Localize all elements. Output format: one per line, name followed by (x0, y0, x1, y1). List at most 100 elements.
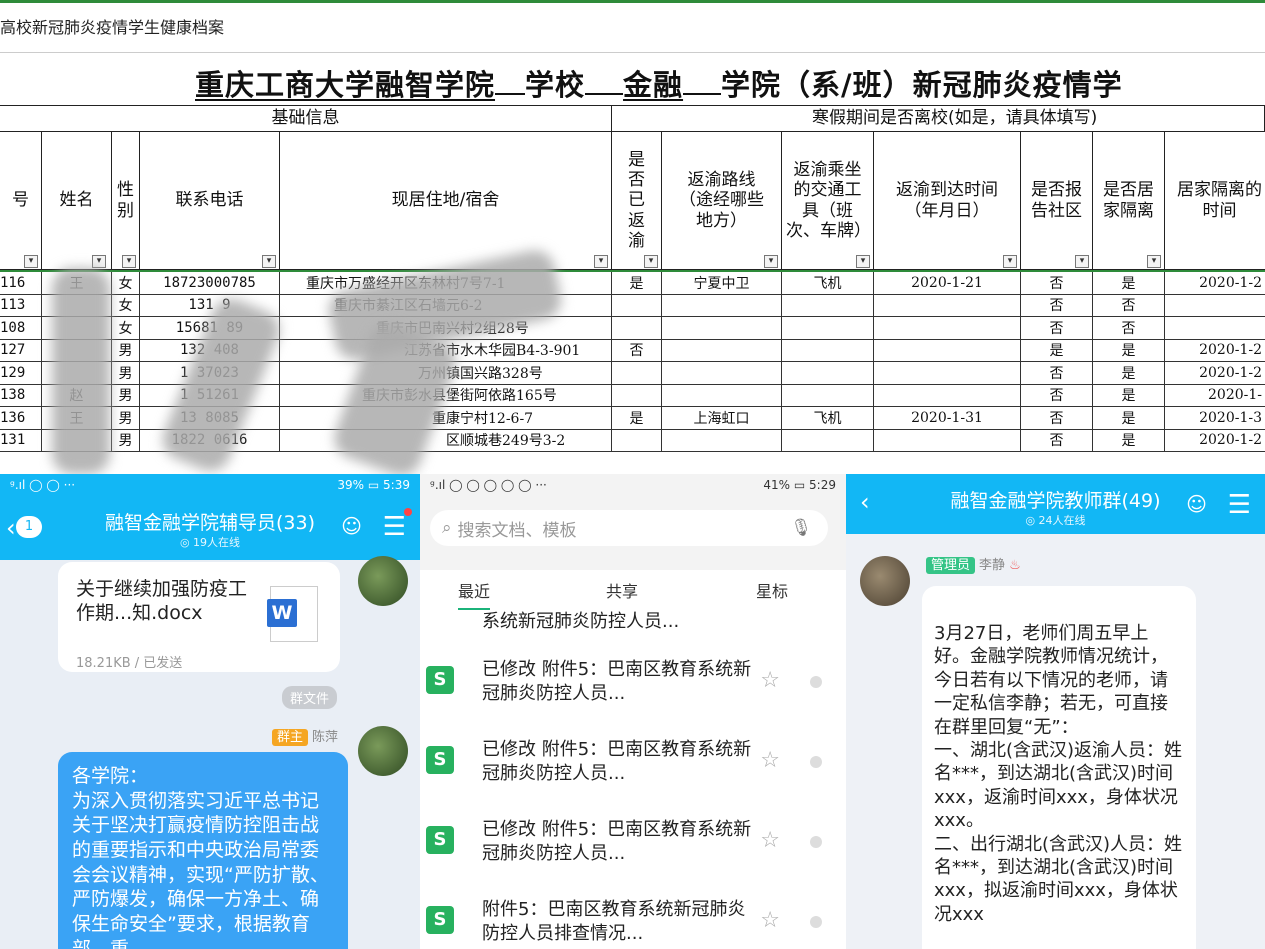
group-face-icon[interactable]: ☺ (341, 514, 362, 538)
table-cell[interactable]: 138 (0, 384, 42, 407)
list-item[interactable]: S 已修改 附件5：巴南区教育系统新冠肺炎防控人员... ☆ (420, 804, 846, 885)
filter-dropdown-button[interactable]: ▾ (1147, 255, 1161, 268)
file-message-bubble[interactable]: 关于继续加强防疫工作期...知.docx 18.21KB / 已发送 W (58, 562, 340, 672)
table-cell[interactable] (612, 362, 662, 385)
menu-icon[interactable]: ☰ (1228, 490, 1251, 520)
table-cell[interactable] (662, 429, 782, 452)
filter-dropdown-button[interactable]: ▾ (1003, 255, 1017, 268)
table-cell[interactable]: 女 (112, 317, 140, 340)
table-cell[interactable]: 是 (1093, 384, 1165, 407)
table-cell[interactable] (612, 317, 662, 340)
star-icon[interactable]: ☆ (760, 748, 780, 773)
table-cell[interactable]: 否 (1021, 407, 1093, 430)
more-dot-icon[interactable] (810, 916, 822, 928)
table-cell[interactable] (782, 429, 874, 452)
list-item[interactable]: 系统新冠肺炎防控人员... (420, 610, 846, 645)
table-cell[interactable]: 区顺城巷249号3-2 (446, 429, 612, 452)
table-cell[interactable]: 2020-1- (1165, 385, 1265, 407)
filter-dropdown-button[interactable]: ▾ (644, 255, 658, 268)
table-cell[interactable]: 2020-1-2 (1165, 430, 1265, 452)
table-cell[interactable]: 是 (1093, 407, 1165, 430)
table-cell[interactable]: 男 (112, 339, 140, 362)
table-cell[interactable]: 113 (0, 294, 42, 317)
table-cell[interactable] (612, 429, 662, 452)
filter-dropdown-button[interactable]: ▾ (856, 255, 870, 268)
table-cell[interactable]: 是 (1093, 429, 1165, 452)
filter-dropdown-button[interactable]: ▾ (262, 255, 276, 268)
table-cell[interactable]: 108 (0, 317, 42, 340)
tab-recent[interactable]: 最近 (458, 578, 491, 610)
filter-dropdown-button[interactable]: ▾ (24, 255, 38, 268)
table-cell[interactable]: 2020-1-31 (874, 407, 1021, 430)
table-cell[interactable] (874, 384, 1021, 407)
table-cell[interactable]: 女 (112, 272, 140, 295)
table-cell[interactable]: 2020-1-2 (1165, 340, 1265, 362)
notice-message[interactable]: 3月27日，老师们周五早上好。金融学院教师情况统计，今日若有以下情况的老师，请一… (922, 586, 1196, 949)
table-cell[interactable]: 127 (0, 339, 42, 362)
table-cell[interactable] (874, 429, 1021, 452)
more-dot-icon[interactable] (810, 676, 822, 688)
table-cell[interactable] (612, 384, 662, 407)
star-icon[interactable]: ☆ (760, 828, 780, 853)
table-cell[interactable] (874, 362, 1021, 385)
list-item[interactable]: S 已修改 附件5：巴南区教育系统新冠肺炎防控人员... ☆ (420, 724, 846, 805)
table-cell[interactable]: 男 (112, 384, 140, 407)
table-cell[interactable] (874, 317, 1021, 340)
table-cell[interactable] (1165, 295, 1265, 317)
tab-shared[interactable]: 共享 (606, 578, 638, 602)
list-item[interactable]: S 附件5：巴南区教育系统新冠肺炎防控人员排查情况... ☆ (420, 884, 846, 949)
menu-icon[interactable]: ☰ (383, 512, 406, 542)
table-cell[interactable]: 否 (612, 339, 662, 362)
filter-dropdown-button[interactable]: ▾ (764, 255, 778, 268)
table-cell[interactable]: 是 (1021, 339, 1093, 362)
table-cell[interactable]: 康宁村12-6-7 (446, 407, 612, 430)
table-cell[interactable]: 市水木华园B4-3-901 (446, 339, 612, 362)
table-cell[interactable]: 18723000785 (140, 272, 280, 295)
search-input[interactable]: ⌕ 搜索文档、模板 🎙 (430, 510, 828, 546)
table-cell[interactable] (782, 317, 874, 340)
filter-dropdown-button[interactable]: ▾ (122, 255, 136, 268)
table-cell[interactable] (612, 294, 662, 317)
table-cell[interactable]: 131 (0, 429, 42, 452)
table-cell[interactable]: 否 (1021, 362, 1093, 385)
table-cell[interactable] (662, 362, 782, 385)
filter-dropdown-button[interactable]: ▾ (92, 255, 106, 268)
table-cell[interactable]: 女 (112, 294, 140, 317)
table-cell[interactable] (782, 362, 874, 385)
table-cell[interactable]: 是 (612, 272, 662, 295)
table-cell[interactable]: 否 (1021, 317, 1093, 340)
star-icon[interactable]: ☆ (760, 908, 780, 933)
announcement-message[interactable]: 各学院： 为深入贯彻落实习近平总书记关于坚决打赢疫情防控阻击战的重要指示和中央政治… (58, 752, 348, 949)
table-cell[interactable] (874, 339, 1021, 362)
table-cell[interactable] (782, 339, 874, 362)
table-cell[interactable]: 否 (1021, 294, 1093, 317)
table-cell[interactable] (662, 339, 782, 362)
table-cell[interactable]: 飞机 (782, 407, 874, 430)
table-cell[interactable]: 否 (1021, 384, 1093, 407)
table-cell[interactable]: 镇国兴路328号 (446, 362, 612, 385)
table-cell[interactable]: 是 (612, 407, 662, 430)
avatar[interactable] (860, 556, 910, 606)
table-cell[interactable] (874, 294, 1021, 317)
table-cell[interactable] (782, 294, 874, 317)
table-cell[interactable]: 2020-1-2 (1165, 362, 1265, 385)
table-cell[interactable]: 堡街阿依路165号 (446, 384, 612, 407)
table-cell[interactable]: 是 (1093, 339, 1165, 362)
table-cell[interactable]: 2020-1-3 (1165, 407, 1265, 430)
microphone-icon[interactable]: 🎙 (790, 518, 812, 538)
table-cell[interactable]: 116 (0, 272, 42, 295)
list-item[interactable]: S 已修改 附件5：巴南区教育系统新冠肺炎防控人员... ☆ (420, 644, 846, 725)
table-cell[interactable] (662, 317, 782, 340)
table-cell[interactable]: 2020-1-2 (1165, 272, 1265, 295)
filter-dropdown-button[interactable]: ▾ (594, 255, 608, 268)
table-cell[interactable]: 129 (0, 362, 42, 385)
table-cell[interactable] (662, 384, 782, 407)
table-cell[interactable]: 否 (1021, 429, 1093, 452)
table-cell[interactable]: 136 (0, 407, 42, 430)
table-cell[interactable] (1165, 317, 1265, 340)
table-cell[interactable]: 飞机 (782, 272, 874, 295)
avatar[interactable] (358, 726, 408, 776)
table-cell[interactable]: 男 (112, 407, 140, 430)
group-face-icon[interactable]: ☺ (1186, 492, 1207, 516)
star-icon[interactable]: ☆ (760, 668, 780, 693)
